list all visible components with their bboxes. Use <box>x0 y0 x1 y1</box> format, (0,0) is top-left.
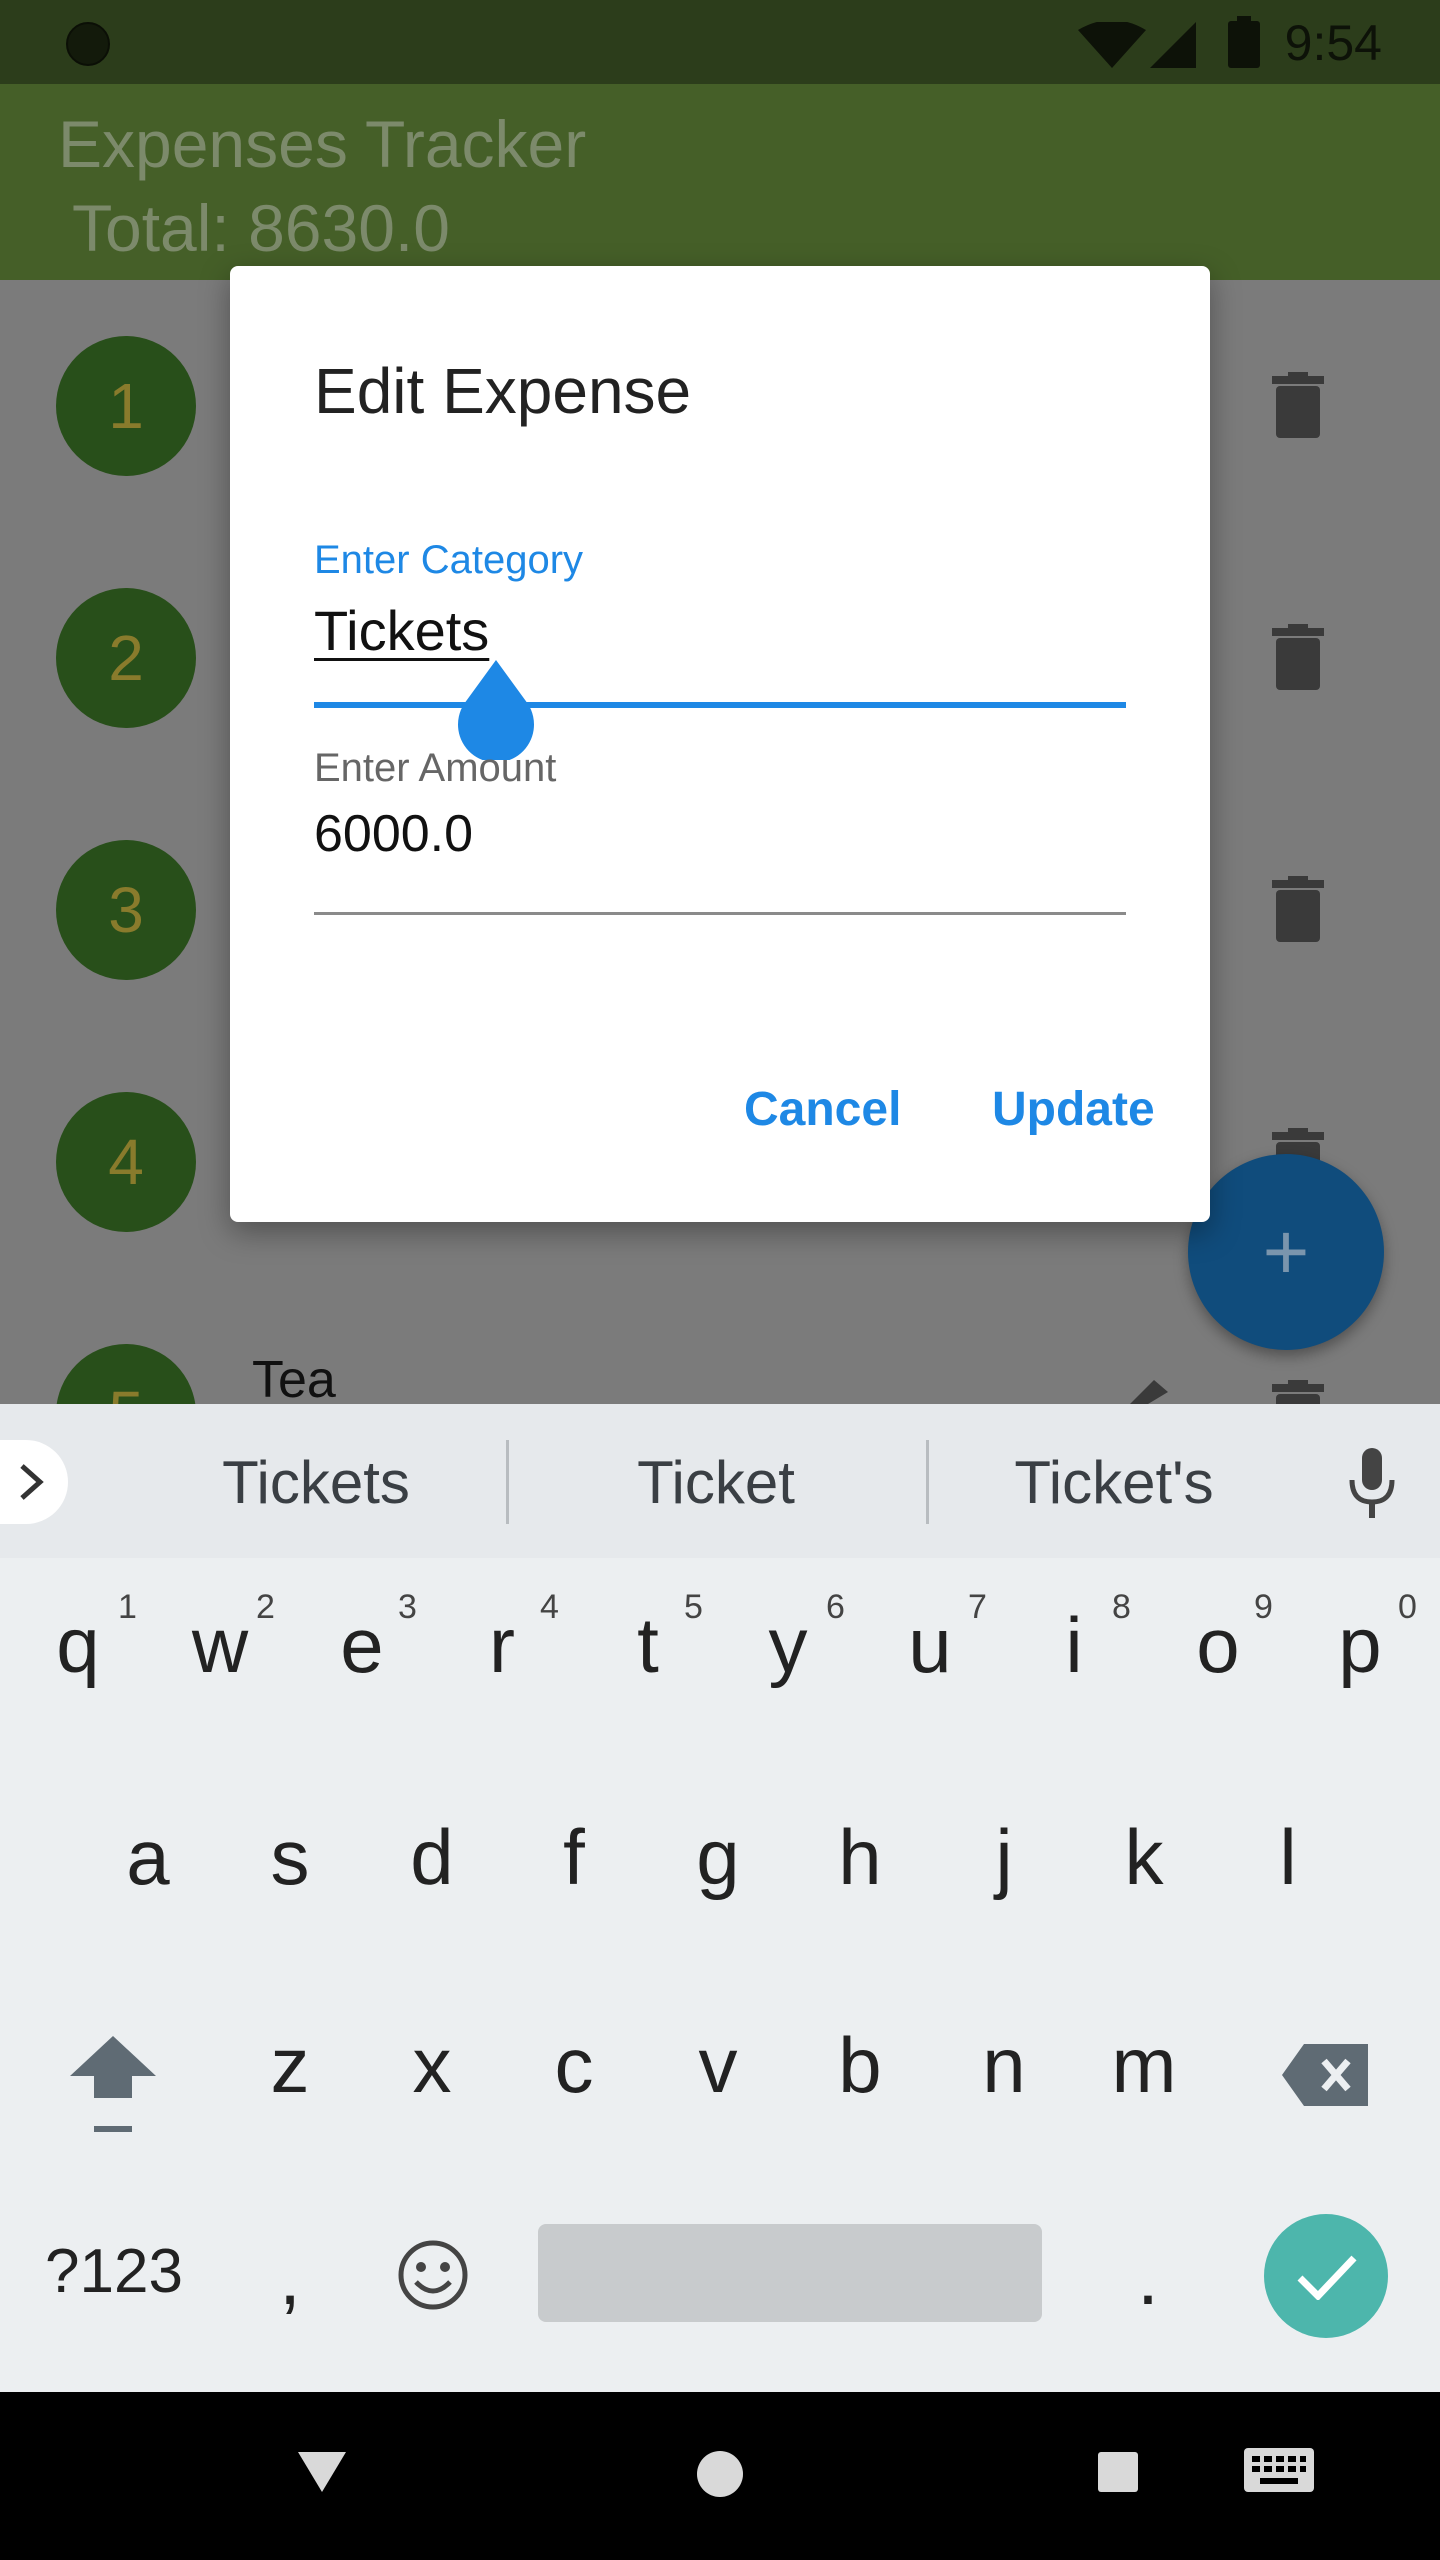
key-hint: 5 <box>684 1588 703 1626</box>
done-key[interactable] <box>1264 2214 1388 2338</box>
expand-toolbar-button[interactable] <box>0 1440 68 1524</box>
key-b[interactable]: b <box>790 2020 930 2111</box>
key-hint: 9 <box>1254 1588 1273 1626</box>
delete-icon[interactable] <box>1272 876 1324 942</box>
space-bar[interactable] <box>538 2224 1042 2322</box>
edit-icon[interactable] <box>1124 1380 1174 1404</box>
key-h[interactable]: h <box>790 1812 930 1903</box>
total-label: Total: 8630.0 <box>72 191 450 265</box>
key-hint: 8 <box>1112 1588 1131 1626</box>
category-field-label: Enter Category <box>314 538 584 582</box>
add-expense-button[interactable]: + <box>1188 1154 1384 1350</box>
row-category-label: Tea <box>252 1351 336 1404</box>
key-l[interactable]: l <box>1218 1812 1358 1903</box>
key-period[interactable]: . <box>1078 2232 1218 2323</box>
clock: 9:54 <box>1284 15 1382 71</box>
row-index-badge[interactable]: 4 <box>56 1092 196 1232</box>
suggestion-1[interactable]: Tickets <box>126 1448 506 1517</box>
suggestion-2[interactable]: Ticket <box>526 1448 906 1517</box>
row-index-badge[interactable]: 2 <box>56 588 196 728</box>
key-x[interactable]: x <box>362 2020 502 2111</box>
shift-icon[interactable] <box>70 2036 156 2134</box>
key-c[interactable]: c <box>504 2020 644 2111</box>
row-index-badge[interactable]: 1 <box>56 336 196 476</box>
key-hint: 1 <box>118 1588 137 1626</box>
suggestion-divider <box>506 1440 509 1524</box>
cell-signal-icon <box>1150 22 1196 68</box>
row-index-badge[interactable]: 3 <box>56 840 196 980</box>
plus-icon: + <box>1262 1207 1310 1296</box>
amount-input-underline <box>314 912 1126 915</box>
key-m[interactable]: m <box>1074 2020 1214 2111</box>
key-f[interactable]: f <box>504 1812 644 1903</box>
home-icon[interactable] <box>696 2450 744 2498</box>
suggestion-strip: Tickets Ticket Ticket's <box>0 1404 1440 1558</box>
key-s[interactable]: s <box>220 1812 360 1903</box>
key-g[interactable]: g <box>648 1812 788 1903</box>
text-cursor-handle-icon[interactable] <box>456 660 536 760</box>
cancel-button[interactable]: Cancel <box>744 1082 901 1137</box>
key-hint: 2 <box>256 1588 275 1626</box>
suggestion-3[interactable]: Ticket's <box>924 1448 1304 1517</box>
app-title: Expenses Tracker <box>58 107 587 181</box>
key-k[interactable]: k <box>1074 1812 1214 1903</box>
key-d[interactable]: d <box>362 1812 502 1903</box>
amount-field-label: Enter Amount <box>314 746 557 790</box>
app-bar: Expenses Tracker Total: 8630.0 <box>0 84 1440 280</box>
amount-input[interactable]: 6000.0 <box>314 804 473 864</box>
status-bar: 9:54 <box>0 0 1440 84</box>
dialog-title: Edit Expense <box>314 355 692 427</box>
key-hint: 7 <box>968 1588 987 1626</box>
emoji-icon[interactable] <box>396 2238 470 2312</box>
checkmark-icon <box>1297 2255 1357 2300</box>
key-v[interactable]: v <box>648 2020 788 2111</box>
delete-icon[interactable] <box>1272 1380 1324 1404</box>
key-a[interactable]: a <box>78 1812 218 1903</box>
notification-dot-icon <box>66 22 110 66</box>
recents-icon[interactable] <box>1098 2452 1138 2492</box>
chevron-right-icon <box>20 1464 44 1500</box>
key-comma[interactable]: , <box>220 2232 360 2323</box>
wifi-icon <box>1078 22 1146 68</box>
key-j[interactable]: j <box>934 1812 1074 1903</box>
update-button[interactable]: Update <box>992 1082 1155 1137</box>
edit-expense-dialog: Edit Expense Enter Category Tickets Ente… <box>230 266 1210 1222</box>
battery-icon <box>1228 16 1260 68</box>
backspace-icon[interactable] <box>1282 2044 1368 2106</box>
row-index-badge[interactable]: 5 <box>56 1344 196 1404</box>
symbols-key[interactable]: ?123 <box>44 2236 184 2307</box>
mic-icon[interactable] <box>1344 1448 1400 1518</box>
back-icon[interactable] <box>298 2452 346 2492</box>
key-hint: 4 <box>540 1588 559 1626</box>
key-hint: 3 <box>398 1588 417 1626</box>
delete-icon[interactable] <box>1272 372 1324 438</box>
key-hint: 6 <box>826 1588 845 1626</box>
key-z[interactable]: z <box>220 2020 360 2111</box>
navigation-bar <box>0 2392 1440 2560</box>
key-hint: 0 <box>1398 1588 1417 1626</box>
delete-icon[interactable] <box>1272 624 1324 690</box>
category-input[interactable]: Tickets <box>314 598 489 663</box>
category-input-underline <box>314 702 1126 708</box>
keyboard-switch-icon[interactable] <box>1244 2448 1314 2498</box>
key-n[interactable]: n <box>934 2020 1074 2111</box>
